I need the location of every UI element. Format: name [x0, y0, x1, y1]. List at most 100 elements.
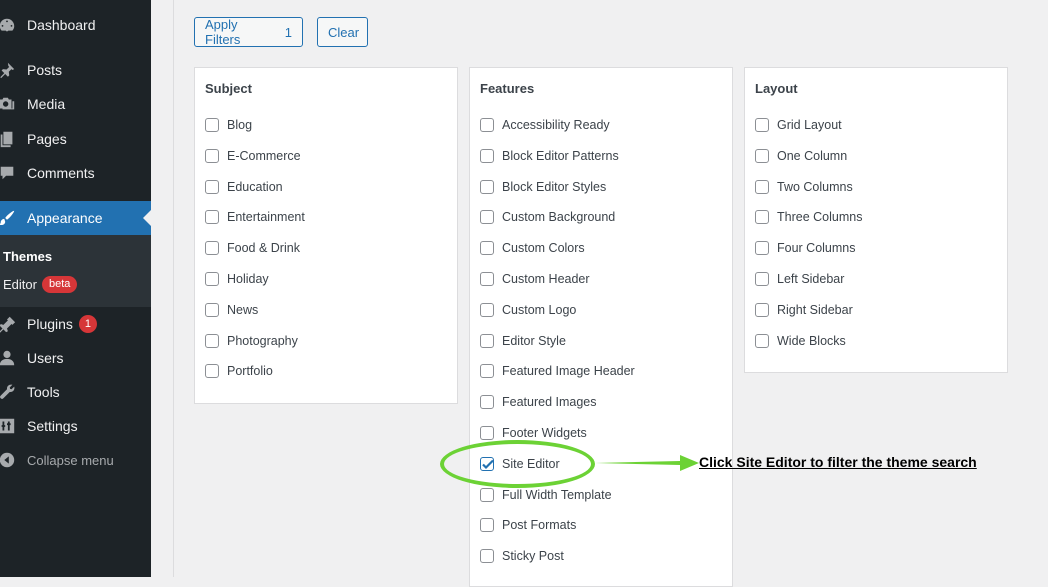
checkbox[interactable]	[480, 179, 494, 194]
clear-filters-button[interactable]: Clear	[317, 17, 368, 47]
filter-option[interactable]: Site Editor	[480, 455, 560, 473]
checkbox[interactable]	[480, 302, 494, 317]
checkbox[interactable]	[205, 118, 219, 132]
filter-option[interactable]: Grid Layout	[755, 116, 842, 134]
checkbox[interactable]	[205, 364, 219, 379]
subject-filter-panel: Subject Blog E-Commerce Education Entertain…	[194, 67, 458, 404]
checkbox[interactable]	[480, 487, 494, 502]
checkbox[interactable]	[755, 272, 769, 286]
submenu-themes[interactable]: Themes	[3, 249, 52, 264]
filter-option[interactable]: Entertainment	[205, 208, 305, 226]
filter-option[interactable]: Four Columns	[755, 239, 856, 257]
filter-option-label: Featured Image Header	[502, 364, 635, 379]
checkbox[interactable]	[480, 426, 494, 440]
menu-settings[interactable]: Settings	[0, 409, 151, 443]
filter-option-label: Site Editor	[502, 456, 560, 471]
filter-option[interactable]: Featured Images	[480, 393, 597, 411]
appearance-submenu: Themes Editor beta	[0, 235, 151, 307]
filter-option[interactable]: Sticky Post	[480, 547, 564, 565]
filter-option[interactable]: Holiday	[205, 270, 269, 288]
filter-option[interactable]: Education	[205, 178, 283, 196]
filter-option[interactable]: Custom Background	[480, 208, 615, 226]
checkbox[interactable]	[480, 272, 494, 286]
checkbox-checked[interactable]	[480, 456, 494, 471]
filter-option[interactable]: Footer Widgets	[480, 424, 587, 442]
checkbox[interactable]	[755, 333, 769, 348]
checkbox[interactable]	[480, 148, 494, 163]
checkbox[interactable]	[480, 549, 494, 564]
menu-media[interactable]: Media	[0, 87, 151, 121]
filter-option-label: Blog	[227, 118, 253, 132]
checkbox[interactable]	[755, 241, 769, 256]
menu-comments[interactable]: Comments	[0, 156, 151, 190]
clear-filters-label: Clear	[328, 24, 360, 40]
filter-option[interactable]: One Column	[755, 147, 847, 165]
checkbox[interactable]	[480, 395, 494, 410]
filter-option[interactable]: Photography	[205, 332, 298, 350]
menu-plugins[interactable]: Plugins 1	[0, 307, 151, 341]
menu-appearance-label: Appearance	[27, 210, 103, 226]
admin-sidebar: Dashboard Posts Media Pages Comments App…	[0, 0, 151, 577]
filter-option[interactable]: Two Columns	[755, 178, 853, 196]
checkbox[interactable]	[755, 210, 769, 225]
checkbox[interactable]	[480, 241, 494, 256]
filter-option-label: Custom Logo	[502, 302, 577, 317]
menu-appearance[interactable]: Appearance	[0, 201, 151, 235]
filter-option[interactable]: Full Width Template	[480, 486, 612, 504]
layout-title: Layout	[755, 81, 798, 96]
filter-option-label: Custom Background	[502, 210, 616, 225]
plugin-icon	[0, 314, 17, 334]
layout-filter-panel: Layout Grid Layout One Column Two Columns T…	[744, 67, 1008, 373]
filter-option[interactable]: Featured Image Header	[480, 362, 635, 380]
filter-option[interactable]: Three Columns	[755, 208, 862, 226]
filter-option[interactable]: Food & Drink	[205, 239, 300, 257]
pages-icon	[0, 129, 17, 149]
checkbox[interactable]	[480, 333, 494, 348]
filter-option[interactable]: Block Editor Styles	[480, 178, 606, 196]
checkbox[interactable]	[205, 179, 219, 194]
checkbox[interactable]	[480, 364, 494, 379]
filter-option[interactable]: Custom Header	[480, 270, 590, 288]
filter-option[interactable]: News	[205, 301, 258, 319]
filter-option[interactable]: Block Editor Patterns	[480, 147, 619, 165]
menu-dashboard[interactable]: Dashboard	[0, 8, 151, 42]
checkbox[interactable]	[205, 241, 219, 256]
checkbox[interactable]	[205, 272, 219, 286]
filter-option-label: News	[227, 302, 259, 317]
checkbox[interactable]	[480, 518, 494, 533]
checkbox[interactable]	[755, 118, 769, 132]
checkbox[interactable]	[480, 118, 494, 132]
menu-posts[interactable]: Posts	[0, 53, 151, 87]
filter-option[interactable]: Portfolio	[205, 362, 273, 380]
filter-option[interactable]: Accessibility Ready	[480, 116, 610, 134]
checkbox[interactable]	[205, 210, 219, 225]
filter-option[interactable]: Left Sidebar	[755, 270, 844, 288]
checkbox[interactable]	[205, 148, 219, 163]
filter-option-label: Block Editor Styles	[502, 179, 607, 194]
filter-option-label: Full Width Template	[502, 487, 612, 502]
checkbox[interactable]	[480, 210, 494, 225]
comment-icon	[0, 163, 17, 183]
collapse-menu-button[interactable]: Collapse menu	[0, 443, 151, 477]
filter-option[interactable]: Post Formats	[480, 516, 576, 534]
filter-option[interactable]: Custom Colors	[480, 239, 585, 257]
checkbox[interactable]	[755, 302, 769, 317]
menu-pages[interactable]: Pages	[0, 122, 151, 156]
checkbox[interactable]	[205, 333, 219, 348]
filter-option[interactable]: Right Sidebar	[755, 301, 853, 319]
apply-filters-button[interactable]: Apply Filters 1	[194, 17, 303, 47]
filter-option[interactable]: E-Commerce	[205, 147, 301, 165]
checkbox[interactable]	[755, 179, 769, 194]
menu-users[interactable]: Users	[0, 341, 151, 375]
beta-badge: beta	[41, 276, 78, 293]
menu-tools[interactable]: Tools	[0, 375, 151, 409]
filter-option[interactable]: Custom Logo	[480, 301, 576, 319]
filter-option[interactable]: Wide Blocks	[755, 332, 846, 350]
filter-option-label: Food & Drink	[227, 241, 300, 256]
wrench-icon	[0, 382, 17, 402]
checkbox[interactable]	[205, 302, 219, 317]
filter-option[interactable]: Blog	[205, 116, 252, 134]
filter-option[interactable]: Editor Style	[480, 332, 566, 350]
submenu-editor[interactable]: Editor beta	[3, 276, 78, 293]
checkbox[interactable]	[755, 148, 769, 163]
